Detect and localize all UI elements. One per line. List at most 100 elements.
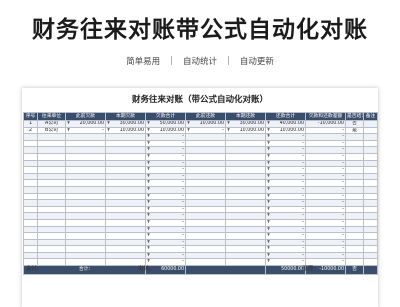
dash-value: - bbox=[305, 199, 346, 207]
table-row: ¥ - ¥ - - bbox=[23, 251, 378, 260]
empty-cell bbox=[23, 185, 38, 194]
tagline-bar: 简单易用 | 自动统计 | 自动更新 bbox=[0, 55, 400, 67]
empty-cell: ¥ - bbox=[265, 232, 306, 240]
empty-cell bbox=[345, 139, 364, 148]
table-row: ¥ - ¥ - - bbox=[23, 152, 378, 161]
empty-cell bbox=[345, 192, 364, 201]
table-row: ¥ - ¥ - - bbox=[23, 258, 378, 267]
total-owed: 60000.00 bbox=[145, 265, 186, 276]
currency-symbol: ¥ bbox=[267, 213, 271, 219]
dash-value: - bbox=[305, 185, 346, 194]
dash-value: - bbox=[302, 167, 304, 173]
empty-cell bbox=[225, 232, 266, 240]
currency-symbol: ¥ bbox=[267, 233, 271, 239]
empty-cell bbox=[363, 218, 378, 227]
col-header-paid-total: 还款合计 bbox=[265, 112, 306, 121]
empty-cell bbox=[225, 225, 266, 234]
empty-cell: ¥ - bbox=[265, 225, 306, 234]
cell-prev-owed: ¥ - bbox=[65, 126, 106, 135]
empty-cell bbox=[23, 192, 38, 201]
table-row: ¥ - ¥ - - bbox=[23, 172, 378, 181]
dash-value: - bbox=[302, 252, 304, 258]
empty-cell: ¥ - bbox=[145, 146, 186, 154]
currency-symbol: ¥ bbox=[227, 121, 231, 126]
currency-symbol: ¥ bbox=[147, 173, 151, 179]
empty-cell bbox=[363, 192, 378, 201]
empty-cell bbox=[23, 245, 38, 253]
empty-cell: ¥ - bbox=[265, 139, 306, 148]
empty-cell bbox=[345, 185, 364, 194]
table-header-row: 序号 往来单位 此前欠款 本期欠款 欠款合计 此前还款 本期还款 还款合计 欠款… bbox=[23, 112, 378, 121]
dash-value: - bbox=[305, 139, 346, 148]
empty-cell bbox=[105, 166, 146, 174]
cell-value: 10,000.00 bbox=[279, 127, 304, 133]
currency-symbol: ¥ bbox=[267, 127, 271, 133]
empty-cell bbox=[225, 218, 266, 227]
col-header-unit: 往来单位 bbox=[37, 112, 66, 121]
empty-cell bbox=[65, 238, 106, 247]
empty-cell bbox=[225, 245, 266, 253]
empty-cell bbox=[23, 166, 38, 174]
dash-value: - bbox=[305, 192, 346, 201]
empty-cell bbox=[105, 172, 146, 181]
table-row: ¥ - ¥ - - bbox=[23, 218, 378, 227]
empty-cell bbox=[37, 146, 66, 154]
empty-cell bbox=[225, 179, 266, 187]
dash-value: - bbox=[302, 140, 304, 146]
table-row: ¥ - ¥ - - bbox=[23, 212, 378, 220]
empty-cell bbox=[105, 185, 146, 194]
dash-value: - bbox=[305, 152, 346, 161]
col-header-diff: 欠款和还款差额 bbox=[305, 112, 346, 121]
empty-cell bbox=[185, 251, 226, 260]
empty-cell: ¥ - bbox=[265, 185, 306, 194]
empty-cell bbox=[345, 166, 364, 174]
empty-cell bbox=[345, 179, 364, 187]
dash-value: - bbox=[302, 193, 304, 199]
reconciliation-table: 序号 往来单位 此前欠款 本期欠款 欠款合计 此前还款 本期还款 还款合计 欠款… bbox=[23, 112, 378, 276]
empty-cell bbox=[185, 139, 226, 148]
empty-cell bbox=[37, 232, 66, 240]
cell-value: 40,000.00 bbox=[279, 121, 304, 126]
col-header-prev-paid: 此前还款 bbox=[185, 112, 226, 121]
dash-value: - bbox=[302, 239, 304, 245]
empty-cell bbox=[345, 218, 364, 227]
empty-cell bbox=[363, 133, 378, 141]
dash-value: - bbox=[302, 213, 304, 219]
empty-cell bbox=[23, 152, 38, 161]
empty-cell bbox=[225, 139, 266, 148]
dash-value: - bbox=[305, 179, 346, 187]
dash-value: - bbox=[302, 219, 304, 225]
empty-cell: ¥ - bbox=[145, 166, 186, 174]
cell-diff: - bbox=[305, 126, 346, 135]
empty-cell bbox=[185, 218, 226, 227]
empty-cell bbox=[65, 258, 106, 267]
dash-value: - bbox=[302, 134, 304, 140]
col-header-prev-owed: 此前欠款 bbox=[65, 112, 106, 121]
currency-symbol: ¥ bbox=[147, 140, 151, 146]
total-label: 合计: bbox=[23, 265, 146, 276]
empty-cell: ¥ - bbox=[145, 192, 186, 201]
empty-cell: ¥ - bbox=[145, 133, 186, 141]
table-row: ¥ - ¥ - - bbox=[23, 225, 378, 234]
currency-symbol: ¥ bbox=[147, 239, 151, 245]
empty-cell bbox=[23, 172, 38, 181]
cell-value: - bbox=[102, 127, 104, 133]
col-header-cur-paid: 本期还款 bbox=[225, 112, 266, 121]
empty-cell bbox=[225, 172, 266, 181]
empty-cell bbox=[105, 218, 146, 227]
dash-value: - bbox=[182, 200, 184, 206]
currency-symbol: ¥ bbox=[267, 167, 271, 173]
empty-cell bbox=[363, 212, 378, 220]
empty-cell bbox=[185, 199, 226, 207]
empty-cell bbox=[345, 232, 364, 240]
table-row: 1 A公司 ¥20,000.00 ¥30,000.00 ¥50,000.00 ¥10,00… bbox=[23, 120, 378, 128]
empty-cell bbox=[105, 152, 146, 161]
cell-paid-total: ¥10,000.00 bbox=[265, 126, 306, 135]
empty-cell bbox=[65, 225, 106, 234]
empty-cell bbox=[65, 146, 106, 154]
table-row: ¥ - ¥ - - bbox=[23, 133, 378, 141]
currency-symbol: ¥ bbox=[147, 252, 151, 258]
currency-symbol: ¥ bbox=[267, 173, 271, 179]
cell-value: 30,000.00 bbox=[239, 121, 264, 126]
currency-symbol: ¥ bbox=[67, 127, 71, 133]
